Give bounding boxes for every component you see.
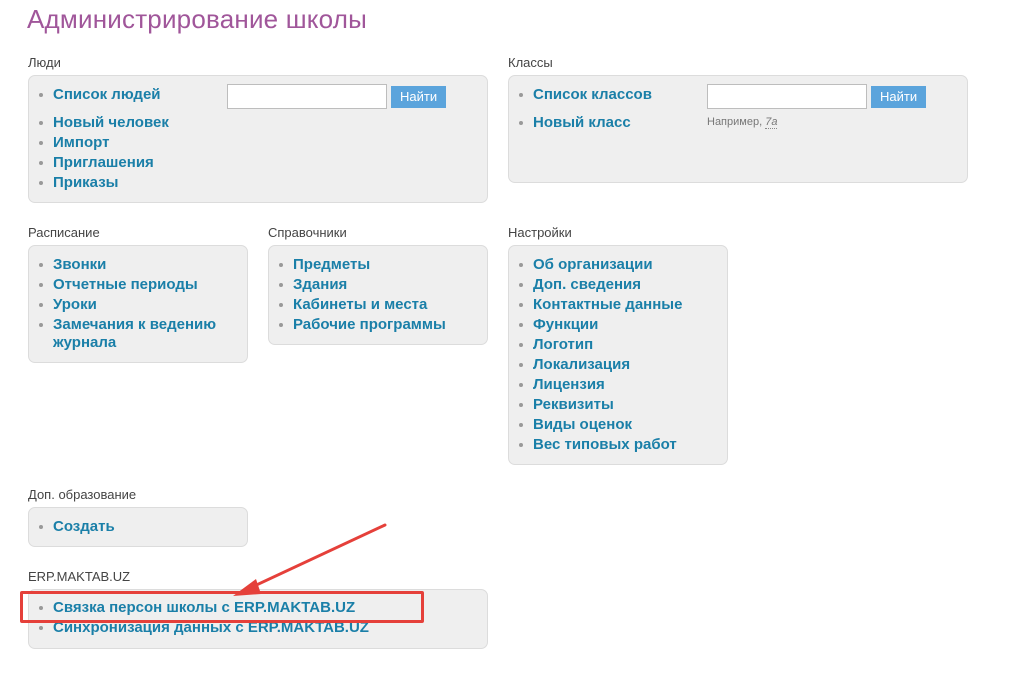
link-lessons[interactable]: Уроки — [39, 296, 237, 314]
classes-hint-example: 7а — [765, 116, 778, 129]
classes-search-input[interactable] — [707, 84, 867, 109]
link-logo[interactable]: Логотип — [519, 336, 717, 354]
link-journal-remarks[interactable]: Замечания к ведению журнала — [39, 316, 237, 352]
link-invitations[interactable]: Приглашения — [39, 154, 477, 172]
section-label-extra-education: Доп. образование — [28, 487, 137, 502]
settings-box: Об организации Доп. сведения Контактные … — [508, 245, 728, 465]
section-people: Люди Список людей Новый человек Импорт П… — [28, 55, 488, 203]
schedule-box: Звонки Отчетные периоды Уроки Замечания … — [28, 245, 248, 363]
people-search-button[interactable]: Найти — [391, 85, 447, 108]
section-label-settings: Настройки — [508, 225, 572, 240]
link-work-weights[interactable]: Вес типовых работ — [519, 436, 717, 454]
section-label-erp: ERP.MAKTAB.UZ — [28, 569, 131, 584]
section-references: Справочники Предметы Здания Кабинеты и м… — [268, 225, 488, 345]
link-subjects[interactable]: Предметы — [279, 256, 477, 274]
people-box: Список людей Новый человек Импорт Пригла… — [28, 75, 488, 203]
section-erp: ERP.MAKTAB.UZ Связка персон школы с ERP.… — [28, 569, 488, 649]
link-bells[interactable]: Звонки — [39, 256, 237, 274]
references-list: Предметы Здания Кабинеты и места Рабочие… — [279, 256, 477, 334]
section-label-references: Справочники — [268, 225, 347, 240]
erp-list: Связка персон школы с ERP.MAKTAB.UZ Синх… — [39, 599, 477, 637]
section-extra-education: Доп. образование Создать — [28, 487, 248, 547]
link-report-periods[interactable]: Отчетные периоды — [39, 276, 237, 294]
link-localization[interactable]: Локализация — [519, 356, 717, 374]
link-create[interactable]: Создать — [39, 518, 237, 536]
classes-hint-prefix: Например, — [707, 116, 763, 128]
link-extra-info[interactable]: Доп. сведения — [519, 276, 717, 294]
link-erp-sync[interactable]: Синхронизация данных с ERP.MAKTAB.UZ — [39, 619, 477, 637]
section-label-classes: Классы — [508, 55, 553, 70]
link-buildings[interactable]: Здания — [279, 276, 477, 294]
link-new-person[interactable]: Новый человек — [39, 114, 477, 132]
section-label-people: Люди — [28, 55, 61, 70]
extra-education-list: Создать — [39, 518, 237, 536]
link-orders[interactable]: Приказы — [39, 174, 477, 192]
link-import[interactable]: Импорт — [39, 134, 477, 152]
settings-list: Об организации Доп. сведения Контактные … — [519, 256, 717, 454]
people-search-input[interactable] — [227, 84, 387, 109]
section-settings: Настройки Об организации Доп. сведения К… — [508, 225, 728, 465]
section-schedule: Расписание Звонки Отчетные периоды Уроки… — [28, 225, 248, 363]
classes-hint: Например, 7а — [707, 116, 778, 129]
link-work-programs[interactable]: Рабочие программы — [279, 316, 477, 334]
link-grade-types[interactable]: Виды оценок — [519, 416, 717, 434]
section-label-schedule: Расписание — [28, 225, 100, 240]
classes-search: Найти — [707, 84, 927, 109]
link-about-org[interactable]: Об организации — [519, 256, 717, 274]
section-classes: Классы Список классов Новый класс Найти … — [508, 55, 968, 183]
schedule-list: Звонки Отчетные периоды Уроки Замечания … — [39, 256, 237, 352]
page-title: Администрирование школы — [27, 4, 368, 34]
people-search: Найти — [227, 84, 447, 109]
link-erp-person-binding[interactable]: Связка персон школы с ERP.MAKTAB.UZ — [39, 599, 477, 617]
extra-education-box: Создать — [28, 507, 248, 547]
classes-search-button[interactable]: Найти — [871, 85, 927, 108]
erp-box: Связка персон школы с ERP.MAKTAB.UZ Синх… — [28, 589, 488, 649]
link-contacts[interactable]: Контактные данные — [519, 296, 717, 314]
references-box: Предметы Здания Кабинеты и места Рабочие… — [268, 245, 488, 345]
link-rooms[interactable]: Кабинеты и места — [279, 296, 477, 314]
classes-box: Список классов Новый класс Найти Наприме… — [508, 75, 968, 183]
link-functions[interactable]: Функции — [519, 316, 717, 334]
link-license[interactable]: Лицензия — [519, 376, 717, 394]
link-requisites[interactable]: Реквизиты — [519, 396, 717, 414]
